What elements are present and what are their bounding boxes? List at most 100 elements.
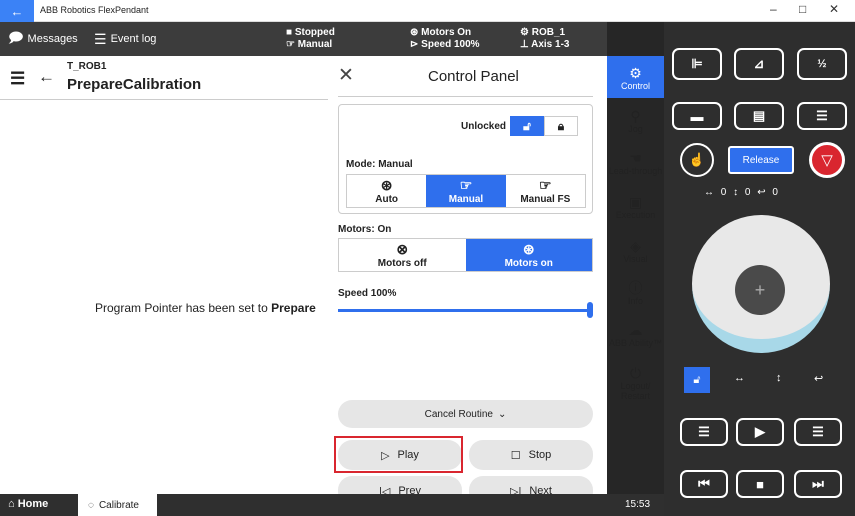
program-header: ☰ ← T_ROB1 PrepareCalibration xyxy=(0,56,336,100)
sidebar-item-lead-through[interactable]: ☚ Lead-through xyxy=(607,150,664,176)
minimize-button[interactable]: – xyxy=(770,2,777,16)
programmable-key-6[interactable]: ☰ xyxy=(797,102,847,130)
speed-slider-thumb[interactable] xyxy=(587,302,593,318)
chat-icon: 🗩 xyxy=(8,29,24,45)
programmable-key-4[interactable]: ▬ xyxy=(672,102,722,130)
next-hardware-button[interactable]: ⏭ xyxy=(794,470,842,498)
axis-horizontal-icon[interactable]: ↔ xyxy=(734,372,745,384)
messages-button[interactable]: 🗩 Messages xyxy=(8,22,78,56)
menu-lines-icon: ☰ xyxy=(698,424,710,439)
sidebar-item-visual[interactable]: ◈ Visual xyxy=(607,238,664,264)
motors-selector: ⊗ Motors off ⊛ Motors on xyxy=(338,238,593,272)
skip-back-icon: ⏮ xyxy=(698,476,710,491)
motors-label: Motors: On xyxy=(338,224,392,235)
auto-icon: ⊛ xyxy=(380,177,393,193)
cancel-routine-button[interactable]: Cancel Routine ⌄ xyxy=(338,400,593,428)
hand-fullspeed-icon: ☞ xyxy=(539,177,552,193)
motors-state[interactable]: ⊛ Motors On ⊳ Speed 100% xyxy=(410,22,480,56)
calibrate-tab[interactable]: ◌ Calibrate xyxy=(78,494,157,516)
speed-slider-track[interactable] xyxy=(338,309,591,312)
stop-hardware-button[interactable]: ■ xyxy=(736,470,784,498)
programmable-key-5[interactable]: ▤ xyxy=(734,102,784,130)
programmable-key-2[interactable]: ⊿ xyxy=(734,48,784,80)
unlock-toggle[interactable]: 🔓︎ xyxy=(510,116,544,136)
program-content xyxy=(0,100,336,494)
hand-icon: ☚ xyxy=(629,150,642,166)
mode-auto[interactable]: ⊛ Auto xyxy=(347,175,426,207)
lock-icon: 🔒︎ xyxy=(557,118,565,133)
programmable-key-3[interactable]: ½ xyxy=(797,48,847,80)
mode-label: Mode: Manual xyxy=(346,159,413,170)
programmable-key-1[interactable]: ⊫ xyxy=(672,48,722,80)
back-arrow-icon[interactable]: ← xyxy=(38,67,55,87)
emergency-stop-button[interactable]: ▽ xyxy=(809,142,845,178)
window-titlebar: ← ABB Robotics FlexPendant – □ ✕ xyxy=(0,0,855,22)
routine-name: PrepareCalibration xyxy=(67,76,202,93)
axis-vertical-icon[interactable]: ↕ xyxy=(776,372,782,384)
unlock-icon: 🔓︎ xyxy=(523,118,531,133)
sidebar-item-abb-ability[interactable]: ☁ ABB Ability™ xyxy=(607,322,664,348)
half-speed-icon: ½ xyxy=(817,58,827,70)
maximize-button[interactable]: □ xyxy=(799,2,806,16)
joystick-icon: ⚲ xyxy=(630,108,641,124)
clock: 15:53 xyxy=(625,499,651,510)
controller-state[interactable]: ■ Stopped ☞ Manual xyxy=(286,22,335,56)
release-button[interactable]: Release xyxy=(728,146,794,174)
speed-label: Speed 100% xyxy=(338,288,397,299)
mechanical-unit-state[interactable]: ⚙ ROB_1 ⊥ Axis 1-3 xyxy=(520,22,569,56)
event-log-button[interactable]: ☰ Event log xyxy=(94,22,156,56)
motors-on-button[interactable]: ⊛ Motors on xyxy=(465,239,592,271)
gripper-icon: ⊫ xyxy=(691,56,703,71)
sidebar-item-logout[interactable]: ⏻ Logout/Restart xyxy=(607,365,664,401)
control-panel: ✕ Control Panel Unlocked 🔓︎ 🔒︎ Mode: Man… xyxy=(328,56,607,506)
window-back-button[interactable]: ← xyxy=(0,0,34,22)
unlocked-label: Unlocked xyxy=(461,121,507,132)
joystick-center[interactable]: + xyxy=(735,265,785,315)
info-icon: ⓘ xyxy=(628,280,643,296)
gear-icon: ⚙ xyxy=(629,65,642,81)
messages-label: Messages xyxy=(27,33,78,45)
stop-icon: ☐ xyxy=(510,449,521,462)
motion-readout: ↔ 0 ↕ 0 ↩ 0 xyxy=(704,187,780,198)
chevron-down-icon: ⌄ xyxy=(497,408,507,420)
hand-button[interactable]: ☝ xyxy=(680,143,714,177)
mode-manual-fs[interactable]: ☞ Manual FS xyxy=(506,175,585,207)
pendant-screen: 🗩 Messages ☰ Event log ■ Stopped ☞ Manua… xyxy=(0,22,664,516)
play-icon: ▶ xyxy=(755,424,765,439)
close-panel-icon[interactable]: ✕ xyxy=(338,64,354,87)
run-button-1[interactable]: ☰ xyxy=(680,418,728,446)
calibrate-icon: ◌ xyxy=(88,499,94,511)
mode-card: Unlocked 🔓︎ 🔒︎ Mode: Manual ⊛ Auto ☞ Manua… xyxy=(338,104,593,214)
stop-button[interactable]: ☐ Stop xyxy=(469,440,593,470)
logout-icon: ⏻ xyxy=(629,365,642,381)
sidebar-item-info[interactable]: ⓘ Info xyxy=(607,280,664,306)
stop-icon: ■ xyxy=(756,476,764,492)
home-icon: ⌂ xyxy=(8,498,18,510)
control-panel-title: Control Panel xyxy=(428,68,519,85)
highlight-box xyxy=(334,436,463,473)
mode-manual[interactable]: ☞ Manual xyxy=(426,175,506,207)
hand-icon: ☝ xyxy=(688,152,706,167)
plus-icon: + xyxy=(754,279,766,300)
close-button[interactable]: ✕ xyxy=(829,2,839,16)
hamburger-menu-icon[interactable]: ☰ xyxy=(10,69,25,89)
play-hardware-button[interactable]: ▶ xyxy=(736,418,784,446)
minus-bar-icon: ▬ xyxy=(690,108,704,124)
axis-rotate-icon[interactable]: ↩ xyxy=(814,372,823,385)
menu-lines-icon: ☰ xyxy=(812,424,824,439)
joystick-lock-button[interactable]: 🔓︎ xyxy=(684,367,710,393)
lock-toggle[interactable]: 🔒︎ xyxy=(544,116,578,136)
prev-hardware-button[interactable]: ⏮ xyxy=(680,470,728,498)
motor-icon: ⊛ xyxy=(410,27,422,38)
run-button-3[interactable]: ☰ xyxy=(794,418,842,446)
motor-on-icon: ⊛ xyxy=(522,241,535,257)
sidebar-item-execution[interactable]: ▣ Execution xyxy=(607,194,664,220)
hardware-panel: ⊫ ⊿ ½ ▬ ▤ ☰ ☝ Release ▽ ↔ 0 ↕ 0 ↩ 0 + 🔓︎… xyxy=(664,22,855,516)
motors-off-button[interactable]: ⊗ Motors off xyxy=(339,239,466,271)
home-button[interactable]: ⌂ Home xyxy=(8,498,48,510)
bottom-bar: ⌂ Home ◌ Calibrate 15:53 xyxy=(0,494,664,516)
sidebar-item-control[interactable]: ⚙ Control xyxy=(607,65,664,91)
list-icon: ☰ xyxy=(94,30,107,47)
double-bar-icon: ☰ xyxy=(816,108,828,123)
sidebar-item-jog[interactable]: ⚲ Jog xyxy=(607,108,664,134)
